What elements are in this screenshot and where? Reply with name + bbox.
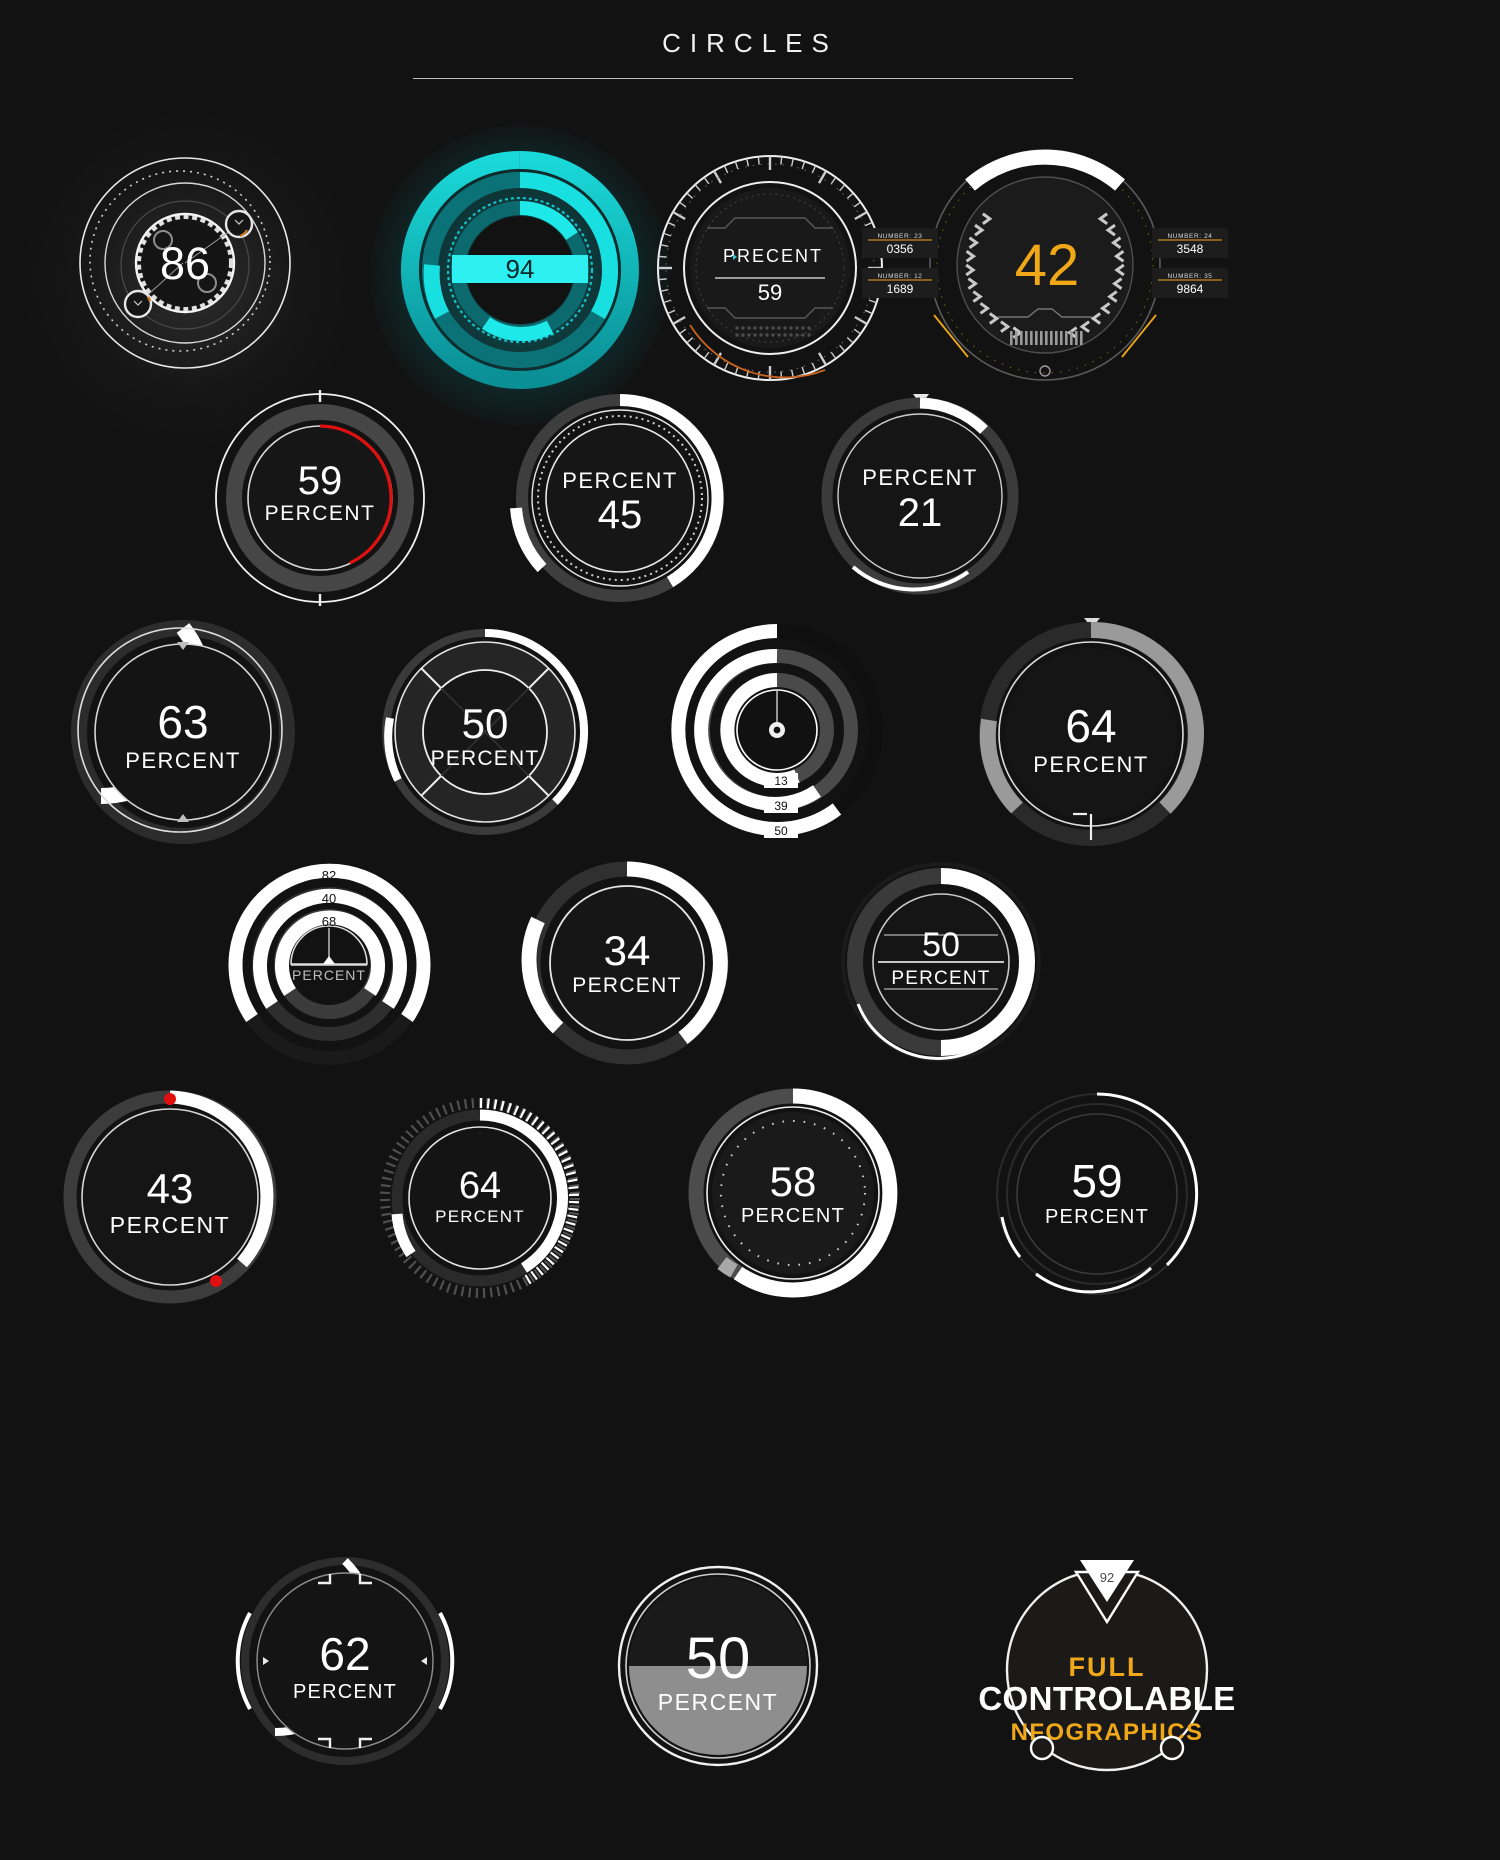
readout-1-name: NUMBER: 23 xyxy=(877,233,922,240)
gauge-64-gray-label: PERCENT xyxy=(1033,752,1149,777)
gauge-arcs-82-40-68[interactable]: 82 40 68 PERCENT xyxy=(222,852,437,1067)
gauge-59-red[interactable]: 59 PERCENT xyxy=(205,390,435,606)
gauge-59-red-label: PERCENT xyxy=(265,502,376,525)
gauge-64-gray[interactable]: 64 PERCENT xyxy=(965,618,1215,853)
gauge-43-value: 43 xyxy=(147,1165,194,1212)
gauge-50-split[interactable]: 50 PERCENT xyxy=(838,862,1048,1070)
gauge-precent-value: 59 xyxy=(758,280,782,305)
gauge-62-label: PERCENT xyxy=(293,1681,397,1703)
gauge-94[interactable]: 94 xyxy=(400,150,640,390)
marker-dot-top xyxy=(164,1093,176,1105)
gauge-21-label: PERCENT xyxy=(862,465,978,490)
gauge-86[interactable]: 86 xyxy=(55,140,315,390)
progress-step xyxy=(717,1257,738,1278)
readout-4-name: NUMBER: 35 xyxy=(1167,273,1212,280)
gauge-rings-13-39-50[interactable]: 13 39 50 xyxy=(671,624,892,845)
gauge-34-value: 34 xyxy=(604,927,651,974)
readout-3-value: 3548 xyxy=(1177,242,1204,256)
gauge-50-quad-value: 50 xyxy=(462,700,509,747)
gauge-59-thin[interactable]: 59 PERCENT xyxy=(990,1090,1205,1300)
gauge-50-half[interactable]: 50 PERCENT xyxy=(612,1562,827,1777)
gauge-59-thin-label: PERCENT xyxy=(1045,1206,1149,1228)
hub-dot xyxy=(773,726,781,734)
gauge-63-label: PERCENT xyxy=(125,748,241,773)
readout-2-name: NUMBER: 12 xyxy=(877,273,922,280)
gauge-21[interactable]: PERCENT 21 xyxy=(815,392,1025,597)
readout-4-value: 9864 xyxy=(1177,282,1204,296)
gauge-64-ticks-label: PERCENT xyxy=(435,1207,525,1226)
gauge-58-label: PERCENT xyxy=(741,1205,845,1227)
readout-2-value: 1689 xyxy=(887,282,914,296)
gauge-42-value: 42 xyxy=(1015,233,1080,298)
readout-1-value: 0356 xyxy=(887,242,914,256)
gauge-63[interactable]: 63 PERCENT xyxy=(68,620,298,845)
badge-line-1: FULL xyxy=(1069,1652,1146,1682)
gauge-64-gray-value: 64 xyxy=(1065,700,1116,752)
gauge-34-label: PERCENT xyxy=(572,974,681,997)
badge-node-right[interactable] xyxy=(1159,1735,1185,1761)
badge-controlable[interactable]: 92 FULL CONTROLABLE NFOGRAPHICS xyxy=(978,1558,1235,1778)
gauge-86-value: 86 xyxy=(160,238,210,289)
gauge-62-value: 62 xyxy=(319,1628,370,1680)
badge-line-2: CONTROLABLE xyxy=(978,1680,1235,1717)
gauge-50-split-value: 50 xyxy=(922,926,960,964)
amber-line-left xyxy=(933,314,969,358)
gauge-64-ticks[interactable]: 64 PERCENT xyxy=(378,1098,583,1298)
gauge-50-split-label: PERCENT xyxy=(891,968,990,989)
gauge-21-value: 21 xyxy=(898,491,943,535)
gauge-42[interactable]: 42 NUMBER: 23 0356 NUMBER: 12 1689 NUMBE… xyxy=(862,145,1228,395)
marker-dot-bottom xyxy=(210,1275,222,1287)
arc-label-68: 68 xyxy=(322,914,336,929)
gauge-94-value: 94 xyxy=(506,254,535,284)
gauge-64-ticks-value: 64 xyxy=(459,1165,501,1207)
gauge-precent-label: PRECENT xyxy=(723,246,823,266)
amber-line-right xyxy=(1121,314,1157,358)
badge-node-left[interactable] xyxy=(1029,1735,1055,1761)
page-title: CIRCLES xyxy=(662,28,838,58)
gauge-50-quad-label: PERCENT xyxy=(431,747,540,770)
arc-label-82: 82 xyxy=(322,868,336,883)
handle-bottom-left[interactable] xyxy=(123,289,153,319)
gauge-precent-59[interactable]: PRECENT 59 xyxy=(645,150,895,390)
gauge-63-value: 63 xyxy=(157,696,208,748)
ring-label-13: 13 xyxy=(774,774,788,788)
bar-meter xyxy=(1010,331,1083,345)
ring-label-50: 50 xyxy=(774,824,788,838)
gauge-59-thin-value: 59 xyxy=(1071,1155,1122,1207)
gauge-50-half-value: 50 xyxy=(686,1626,751,1691)
readout-3-name: NUMBER: 24 xyxy=(1167,233,1212,240)
gauge-arcs-label: PERCENT xyxy=(292,967,366,983)
gauge-45-label: PERCENT xyxy=(562,468,678,493)
inner-disc xyxy=(690,188,850,348)
gauge-50-quad[interactable]: 50 PERCENT xyxy=(380,628,590,836)
gauge-59-red-value: 59 xyxy=(298,459,343,503)
gauge-50-half-label: PERCENT xyxy=(658,1689,778,1715)
ring-label-39: 39 xyxy=(774,799,788,813)
gauge-43[interactable]: 43 PERCENT xyxy=(58,1090,288,1305)
mid-arc-left xyxy=(423,264,450,319)
gauge-34[interactable]: 34 PERCENT xyxy=(520,861,735,1065)
gauge-45-value: 45 xyxy=(598,493,643,537)
title-divider xyxy=(413,78,1073,79)
gauge-45[interactable]: PERCENT 45 xyxy=(510,394,728,602)
gauge-62[interactable]: 62 PERCENT xyxy=(235,1555,455,1770)
gauge-43-label: PERCENT xyxy=(110,1212,230,1238)
readout-panel-right: NUMBER: 24 3548 NUMBER: 35 9864 xyxy=(1152,228,1228,298)
bottom-node[interactable] xyxy=(1039,365,1051,377)
arc-label-40: 40 xyxy=(322,891,336,906)
inner-arc-bottom xyxy=(482,317,554,342)
badge-tag-value: 92 xyxy=(1100,1570,1114,1585)
gauge-58-value: 58 xyxy=(770,1158,817,1205)
gauge-58[interactable]: 58 PERCENT xyxy=(688,1088,900,1298)
